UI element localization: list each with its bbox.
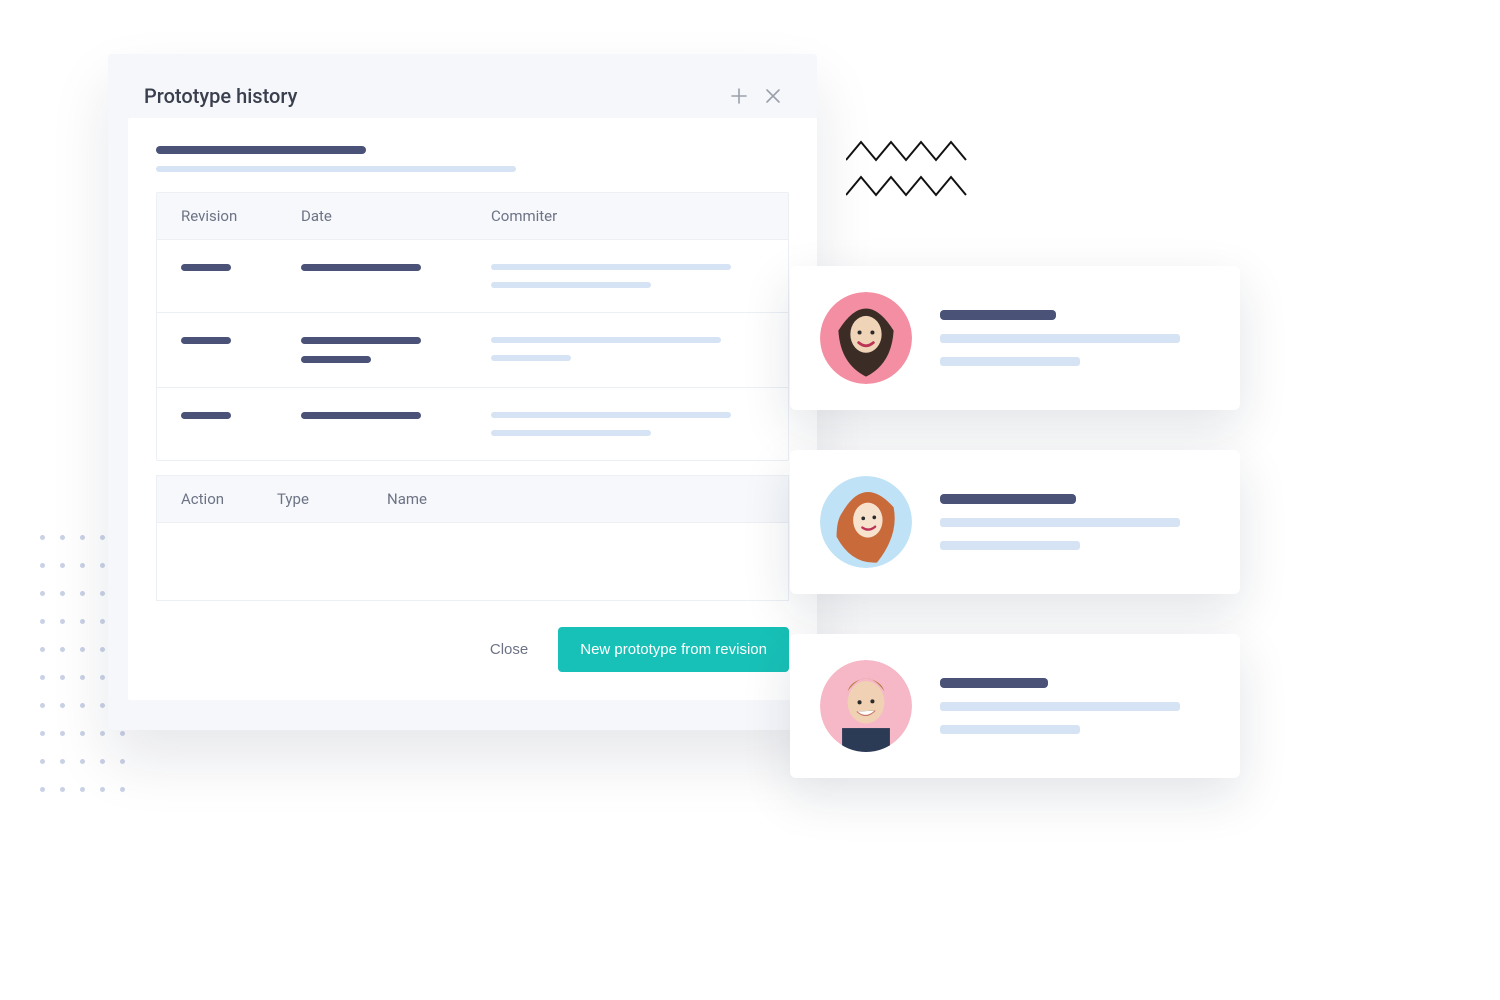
card-line-placeholder [940,518,1180,527]
add-icon[interactable] [731,88,747,104]
card-line-placeholder [940,725,1080,734]
avatar [820,292,912,384]
table-row[interactable] [157,239,788,312]
col-header-type: Type [277,490,387,508]
card-title-placeholder [940,494,1076,504]
user-card[interactable] [790,450,1240,594]
card-title-placeholder [940,310,1056,320]
empty-table-body [157,523,788,601]
card-title-placeholder [940,678,1048,688]
card-line-placeholder [940,357,1080,366]
user-card[interactable] [790,634,1240,778]
col-header-commiter: Commiter [491,207,764,225]
zigzag-decoration [846,140,976,214]
col-header-action: Action [181,490,277,508]
panel-title: Prototype history [144,84,297,108]
card-line-placeholder [940,702,1180,711]
revision-table: Revision Date Commiter [156,192,789,461]
avatar [820,476,912,568]
panel-subtitle-placeholder [156,146,789,172]
table-row[interactable] [157,387,788,460]
actions-table: Action Type Name [156,475,789,601]
table-row[interactable] [157,312,788,387]
close-button[interactable]: Close [490,641,528,658]
user-card[interactable] [790,266,1240,410]
prototype-history-panel: Prototype history Revision Date Commit [108,54,817,730]
col-header-date: Date [301,207,491,225]
col-header-revision: Revision [181,207,301,225]
close-icon[interactable] [765,88,781,104]
card-line-placeholder [940,334,1180,343]
new-prototype-button[interactable]: New prototype from revision [558,627,789,672]
avatar [820,660,912,752]
card-line-placeholder [940,541,1080,550]
col-header-name: Name [387,490,764,508]
